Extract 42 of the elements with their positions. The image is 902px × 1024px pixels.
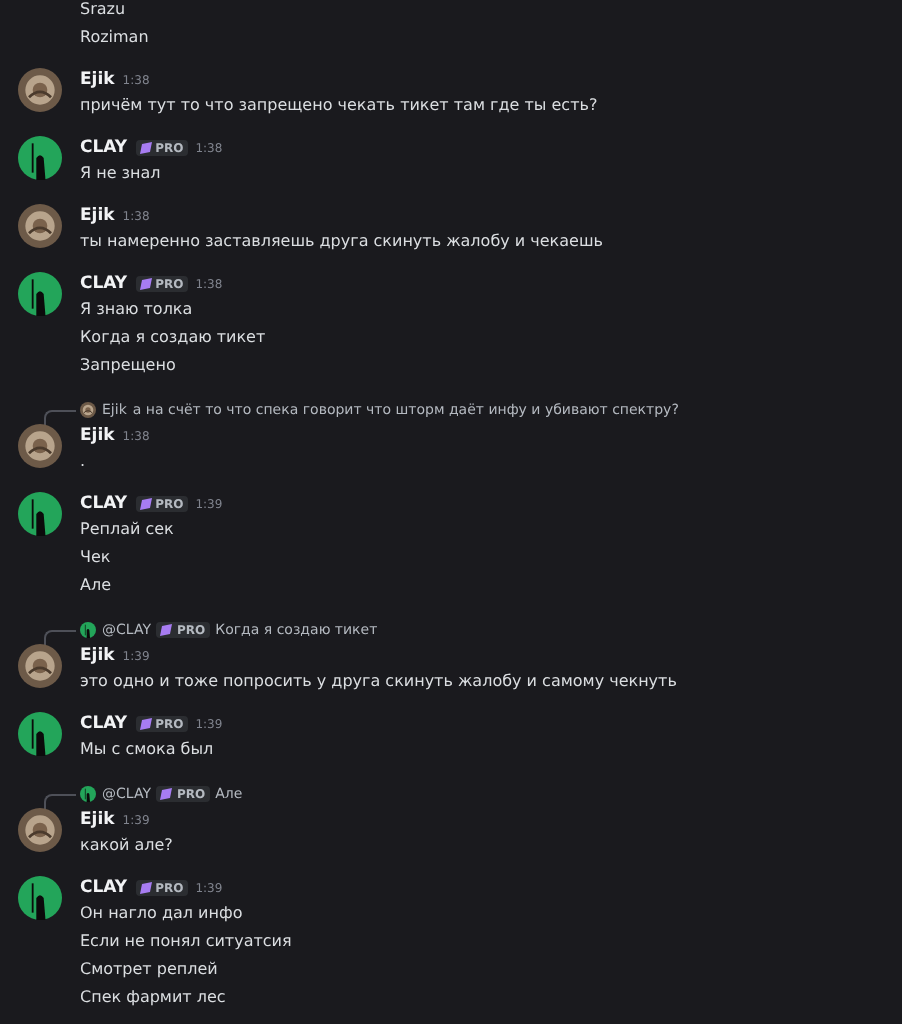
message-text: Спек фармит лес [80,986,228,1010]
author-name[interactable]: Ejik [80,206,115,226]
user-avatar [18,68,62,112]
message-text: Смотрет реплей [80,958,220,982]
user-avatar [18,876,62,920]
reply-avatar [80,402,96,418]
author-name[interactable]: CLAY [80,714,128,734]
message-text: Реплай сек [80,518,176,542]
message-text: причём тут то что запрещено чекать тикет там где ты есть? [80,94,600,118]
message-text: ты намеренно заставляешь друга скинуть жалобу и чекаешь [80,230,605,254]
message-text: Але [80,574,114,598]
reply-avatar [80,622,96,638]
message-text: это одно и тоже попросить у друга скинуть жалобу и самому чекнуть [80,670,679,694]
author-name[interactable]: CLAY [80,494,128,514]
author-name[interactable]: Ejik [80,810,115,830]
user-avatar [18,712,62,756]
author-name[interactable]: CLAY [80,274,128,294]
author-name[interactable]: Ejik [80,646,115,666]
author-name[interactable]: Ejik [80,70,115,90]
user-avatar [18,424,62,468]
message-text: Я знаю толка [80,298,195,322]
author-name[interactable]: CLAY [80,138,128,158]
author-name[interactable]: Ejik [80,426,115,446]
message-text: Если не понял ситуатсия [80,930,294,954]
message-text: Он нагло дал инфо [80,902,245,926]
message-text: Мы с смока был [80,738,216,762]
user-avatar [18,808,62,852]
message-text: Запрещено [80,354,178,378]
user-avatar [18,492,62,536]
message-text: . [80,450,88,474]
message-text: Roziman [80,26,151,50]
message-text: какой але? [80,834,175,858]
message-text: Srazu [80,0,128,22]
user-avatar [18,272,62,316]
user-avatar [18,644,62,688]
message-text: Когда я создаю тикет [80,326,268,350]
user-avatar [18,136,62,180]
message-text: Чек [80,546,113,570]
message-text: Я не знал [80,162,163,186]
reply-avatar [80,786,96,802]
author-name[interactable]: CLAY [80,878,128,898]
user-avatar [18,204,62,248]
